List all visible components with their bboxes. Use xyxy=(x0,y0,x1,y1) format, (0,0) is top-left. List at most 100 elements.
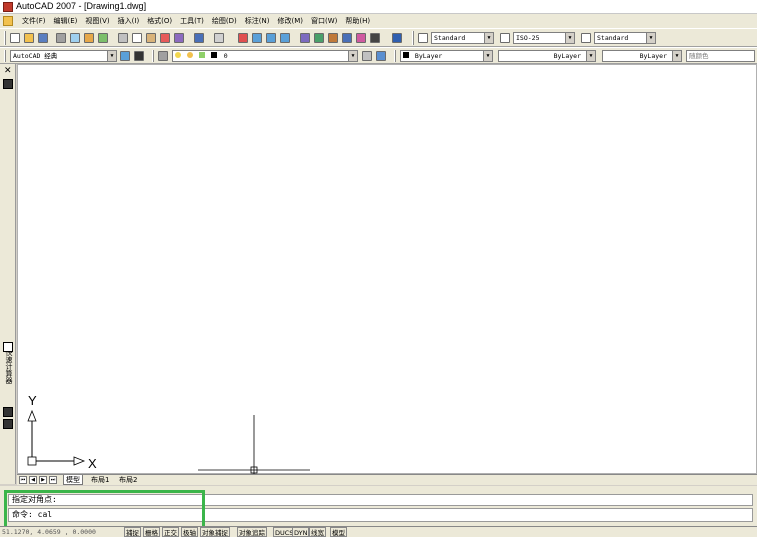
layer-on-icon[interactable] xyxy=(175,52,181,58)
sheet-set-icon[interactable] xyxy=(342,33,352,43)
plotstyle-select[interactable]: 随颜色 xyxy=(686,50,755,62)
chevron-down-icon[interactable]: ▼ xyxy=(484,33,493,43)
chevron-down-icon[interactable]: ▼ xyxy=(483,51,492,61)
layer-previous-icon[interactable] xyxy=(376,51,386,61)
layer-color-swatch xyxy=(210,52,217,58)
layer-manager-icon[interactable] xyxy=(158,51,168,61)
lineweight-select[interactable]: ByLayer ▼ xyxy=(602,50,682,62)
text-style-icon[interactable] xyxy=(418,33,428,43)
zoom-realtime-icon[interactable] xyxy=(252,33,262,43)
publish-icon[interactable] xyxy=(84,33,94,43)
menu-item-format[interactable]: 格式(O) xyxy=(143,16,176,26)
redo-icon[interactable] xyxy=(214,33,224,43)
toolbar-grip[interactable] xyxy=(152,50,154,62)
undo-icon[interactable] xyxy=(194,33,204,43)
dimension-style-icon[interactable] xyxy=(500,33,510,43)
help-icon[interactable] xyxy=(392,33,402,43)
palette-menu-icon[interactable] xyxy=(3,419,13,429)
ortho-toggle[interactable]: 正交 xyxy=(162,527,179,537)
plotstyle-value: 随颜色 xyxy=(689,52,709,60)
dimension-style-select[interactable]: ISO-25 ▼ xyxy=(513,32,575,44)
grid-toggle[interactable]: 栅格 xyxy=(143,527,160,537)
layer-freeze-icon[interactable] xyxy=(186,52,193,58)
menu-item-window[interactable]: 窗口(W) xyxy=(307,16,341,26)
pan-icon[interactable] xyxy=(238,33,248,43)
drawing-canvas[interactable]: Y X xyxy=(17,64,757,476)
chevron-down-icon[interactable]: ▼ xyxy=(565,33,574,43)
calculator-icon[interactable] xyxy=(3,79,13,89)
chevron-down-icon[interactable]: ▼ xyxy=(107,51,116,61)
new-icon[interactable] xyxy=(10,33,20,43)
menu-item-modify[interactable]: 修改(M) xyxy=(273,16,307,26)
block-editor-icon[interactable] xyxy=(174,33,184,43)
design-center-icon[interactable] xyxy=(314,33,324,43)
toolbar-grip[interactable] xyxy=(394,50,396,62)
workspace-settings-icon[interactable] xyxy=(120,51,130,61)
menu-item-draw[interactable]: 绘图(D) xyxy=(208,16,241,26)
toolbar-grip[interactable] xyxy=(412,31,414,45)
open-icon[interactable] xyxy=(24,33,34,43)
match-properties-icon[interactable] xyxy=(160,33,170,43)
model-toggle[interactable]: 模型 xyxy=(330,527,347,537)
menu-item-file[interactable]: 文件(F) xyxy=(18,16,50,26)
dyn-toggle[interactable]: DYN xyxy=(292,527,310,537)
tool-palettes-icon[interactable] xyxy=(328,33,338,43)
copy-icon[interactable] xyxy=(132,33,142,43)
toolbar-grip[interactable] xyxy=(4,31,6,45)
menu-item-insert[interactable]: 插入(I) xyxy=(114,16,144,26)
properties-icon[interactable] xyxy=(300,33,310,43)
menu-item-tools[interactable]: 工具(T) xyxy=(176,16,208,26)
close-icon[interactable]: ✕ xyxy=(4,66,12,76)
prev-tab-icon[interactable]: ◀ xyxy=(29,476,37,484)
chevron-down-icon[interactable]: ▼ xyxy=(586,51,595,61)
cut-icon[interactable] xyxy=(118,33,128,43)
last-tab-icon[interactable]: ⏭ xyxy=(49,476,57,484)
menu-item-edit[interactable]: 编辑(E) xyxy=(50,16,82,26)
menu-item-dimension[interactable]: 标注(N) xyxy=(241,16,274,26)
palette-properties-icon[interactable] xyxy=(3,342,13,352)
plot-preview-icon[interactable] xyxy=(70,33,80,43)
zoom-window-icon[interactable] xyxy=(266,33,276,43)
markup-icon[interactable] xyxy=(356,33,366,43)
3d-dwf-icon[interactable] xyxy=(98,33,108,43)
table-style-select[interactable]: Standard ▼ xyxy=(594,32,656,44)
otrack-toggle[interactable]: 对象追踪 xyxy=(237,527,267,537)
toolbar-grip[interactable] xyxy=(4,50,6,62)
autocad-app-icon[interactable] xyxy=(3,2,13,12)
standard-toolbar: Standard ▼ ISO-25 ▼ Standard ▼ xyxy=(0,28,757,47)
paste-icon[interactable] xyxy=(146,33,156,43)
workspace-save-icon[interactable] xyxy=(134,51,144,61)
text-style-select[interactable]: Standard ▼ xyxy=(431,32,494,44)
polar-toggle[interactable]: 极轴 xyxy=(181,527,198,537)
print-icon[interactable] xyxy=(56,33,66,43)
tab-model[interactable]: 模型 xyxy=(63,475,83,485)
save-icon[interactable] xyxy=(38,33,48,43)
chevron-down-icon[interactable]: ▼ xyxy=(672,51,681,61)
tab-layout2[interactable]: 布局2 xyxy=(117,475,139,485)
menu-item-help[interactable]: 帮助(H) xyxy=(341,16,374,26)
ucs-x-label: X xyxy=(88,456,97,471)
color-select[interactable]: ByLayer ▼ xyxy=(400,50,493,62)
linetype-value: ByLayer xyxy=(553,52,581,60)
tab-layout1[interactable]: 布局1 xyxy=(89,475,111,485)
workspace-select[interactable]: AutoCAD 经典 ▼ xyxy=(10,50,117,62)
osnap-toggle[interactable]: 对象捕捉 xyxy=(200,527,230,537)
menu-list: 文件(F) 编辑(E) 视图(V) 插入(I) 格式(O) 工具(T) 绘图(D… xyxy=(18,16,374,26)
layer-lock-icon[interactable] xyxy=(198,52,205,58)
first-tab-icon[interactable]: ⏮ xyxy=(19,476,27,484)
next-tab-icon[interactable]: ▶ xyxy=(39,476,47,484)
make-object-layer-current-icon[interactable] xyxy=(362,51,372,61)
linetype-select[interactable]: ByLayer ▼ xyxy=(498,50,596,62)
zoom-previous-icon[interactable] xyxy=(280,33,290,43)
calculator-icon[interactable] xyxy=(370,33,380,43)
menu-item-view[interactable]: 视图(V) xyxy=(81,16,113,26)
chevron-down-icon[interactable]: ▼ xyxy=(646,33,655,43)
chevron-down-icon[interactable]: ▼ xyxy=(348,51,357,61)
document-icon[interactable] xyxy=(3,16,13,26)
snap-toggle[interactable]: 捕捉 xyxy=(124,527,141,537)
layer-select[interactable]: 0 ▼ xyxy=(172,50,358,62)
table-style-icon[interactable] xyxy=(581,33,591,43)
lineweight-toggle[interactable]: 线宽 xyxy=(309,527,326,537)
menu-bar: 文件(F) 编辑(E) 视图(V) 插入(I) 格式(O) 工具(T) 绘图(D… xyxy=(0,14,757,28)
palette-autohide-icon[interactable] xyxy=(3,407,13,417)
